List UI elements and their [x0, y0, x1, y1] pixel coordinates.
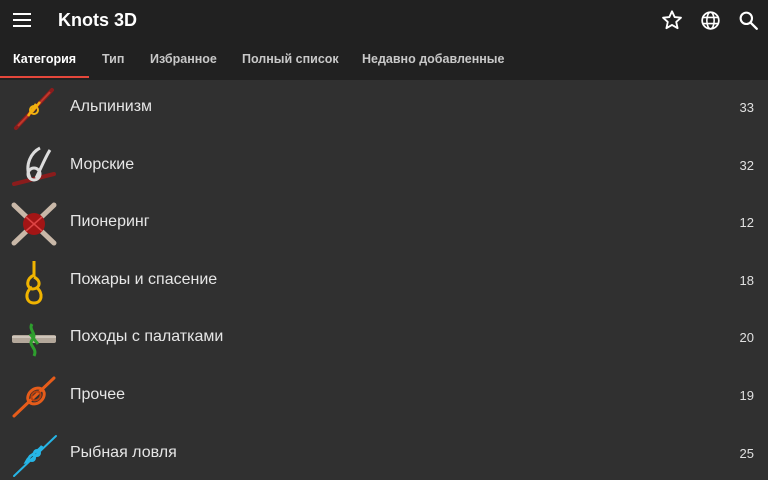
- camping-hitch-icon: [10, 316, 58, 362]
- list-item-miscellaneous[interactable]: Прочее 19: [0, 368, 768, 426]
- climbing-knot-icon: [10, 86, 58, 132]
- category-label: Прочее: [70, 386, 126, 403]
- category-list: Альпинизм 33 Морские 32 Пионеринг 12 Пож…: [0, 80, 768, 480]
- hamburger-menu-icon: [13, 13, 31, 27]
- rescue-loop-knot-icon: [10, 259, 58, 305]
- category-count: 32: [739, 157, 754, 173]
- menu-button[interactable]: [10, 8, 34, 32]
- globe-icon: [700, 10, 720, 30]
- category-count: 25: [739, 445, 754, 461]
- knots-app-screen: Knots 3D Категория Тип Избранное Полный …: [0, 0, 768, 480]
- tab-full-list[interactable]: Полный список: [242, 40, 339, 78]
- list-item-camping[interactable]: Походы с палатками 20: [0, 310, 768, 368]
- toolbar: Knots 3D: [0, 0, 768, 40]
- list-item-fire-rescue[interactable]: Пожары и спасение 18: [0, 253, 768, 311]
- tab-type[interactable]: Тип: [102, 40, 124, 78]
- language-button[interactable]: [698, 8, 722, 32]
- favorites-button[interactable]: [660, 8, 684, 32]
- category-label: Пионеринг: [70, 213, 150, 231]
- category-label: Морские: [70, 155, 135, 173]
- app-bar: Knots 3D Категория Тип Избранное Полный …: [0, 0, 768, 80]
- boating-knot-icon: [10, 144, 58, 190]
- tab-recently-added[interactable]: Недавно добавленные: [362, 40, 504, 78]
- misc-knot-icon: [10, 374, 58, 420]
- list-item-fishing[interactable]: Рыбная ловля 25: [0, 426, 768, 480]
- category-count: 19: [739, 388, 754, 403]
- category-count: 20: [739, 330, 754, 346]
- category-count: 12: [739, 215, 754, 231]
- list-item-pioneering[interactable]: Пионеринг 12: [0, 195, 768, 253]
- category-count: 18: [739, 272, 754, 288]
- active-tab-indicator: [0, 76, 89, 78]
- tab-category[interactable]: Категория: [13, 40, 76, 78]
- pioneering-lashing-icon: [10, 201, 58, 247]
- app-title: Knots 3D: [58, 10, 138, 30]
- category-label: Походы с палатками: [70, 328, 224, 346]
- list-item-climbing[interactable]: Альпинизм 33: [0, 80, 768, 138]
- search-icon: [739, 11, 758, 30]
- tab-favorites[interactable]: Избранное: [150, 40, 217, 78]
- list-item-boating[interactable]: Морские 32: [0, 138, 768, 196]
- star-outline-icon: [662, 10, 682, 30]
- category-label: Рыбная ловля: [70, 443, 177, 461]
- search-button[interactable]: [736, 8, 760, 32]
- tab-bar: Категория Тип Избранное Полный список Не…: [0, 40, 768, 80]
- category-label: Пожары и спасение: [70, 270, 218, 288]
- category-label: Альпинизм: [70, 98, 153, 115]
- category-count: 33: [739, 100, 754, 115]
- fishing-knot-icon: [10, 432, 58, 478]
